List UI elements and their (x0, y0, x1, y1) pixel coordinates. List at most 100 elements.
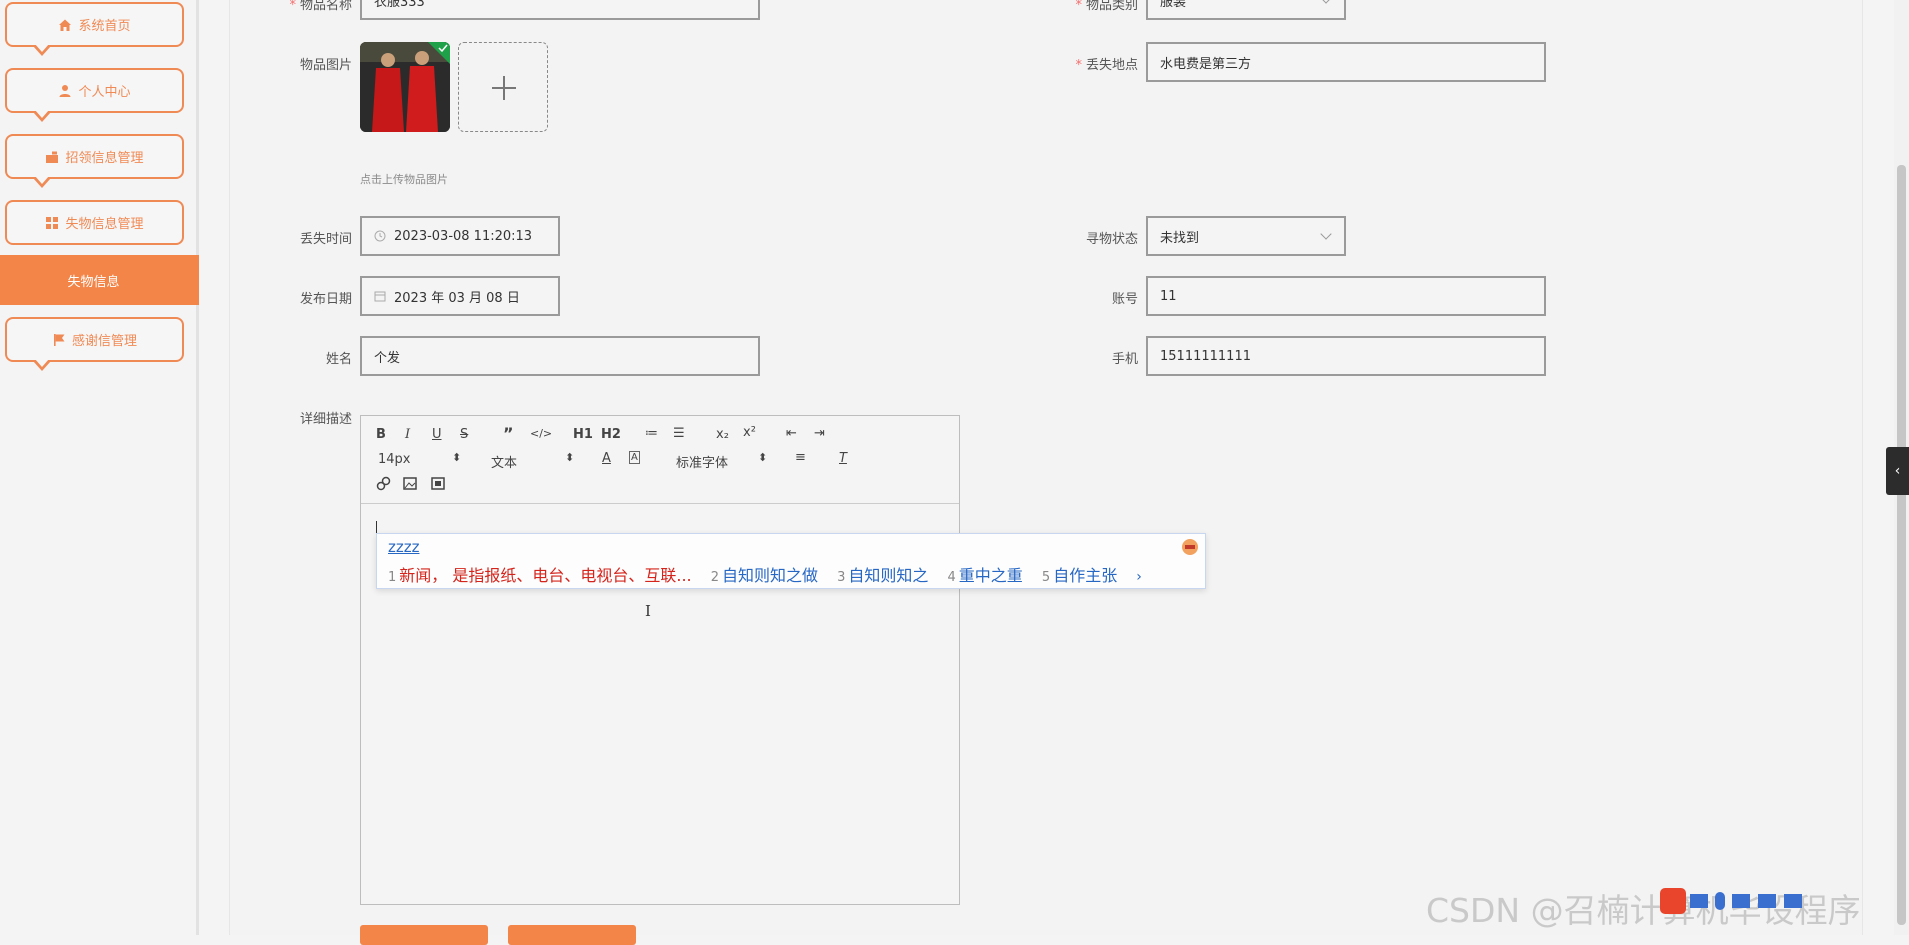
user-icon (59, 84, 71, 97)
quote-icon[interactable]: ” (503, 424, 514, 443)
ime-candidate-list: 1 新闻， 是指报纸、电台、电视台、互联... 2 自知则知之做 3 自知则知之 4重… (388, 562, 1142, 586)
heading2-icon[interactable]: H2 (601, 427, 621, 442)
bold-icon[interactable]: B (376, 427, 386, 442)
lost-place-value: 水电费是第三方 (1160, 56, 1252, 72)
account-value: 11 (1160, 288, 1177, 304)
video-icon[interactable] (431, 477, 445, 490)
sidebar-subitem-lost-info[interactable]: 失物信息 (0, 255, 199, 305)
phone-input[interactable]: 15111111111 (1146, 336, 1546, 376)
ime-candidate[interactable]: 2 自知则知之做 (711, 566, 818, 585)
sogou-ime-toolbar-icon (1660, 888, 1802, 914)
lost-place-label: * 丢失地点 (1075, 58, 1138, 73)
chevron-updown-icon: ⬍ (452, 451, 462, 464)
wallet-icon (46, 151, 59, 163)
item-type-label: * 物品类别 (1075, 0, 1138, 13)
editor-toolbar: B I U S ” </> H1 H2 ≔ ☰ x₂ x² ⇤ ⇥ 14px ⬍… (361, 416, 959, 504)
search-status-label: 寻物状态 (1085, 232, 1138, 247)
subscript-icon[interactable]: x₂ (716, 427, 729, 442)
item-name-value: 衣服333 (374, 0, 425, 10)
phone-label: 手机 (1111, 352, 1138, 367)
chevron-down-icon (1320, 228, 1332, 240)
scroll-thumb[interactable] (1897, 165, 1906, 925)
clear-format-icon[interactable]: T (839, 451, 847, 466)
heading1-icon[interactable]: H1 (573, 427, 593, 442)
item-name-label: * 物品名称 (289, 0, 352, 13)
lost-time-label: 丢失时间 (299, 232, 352, 247)
sidebar-item-personal[interactable]: 个人中心 (5, 68, 184, 122)
sidebar-item-home[interactable]: 系统首页 (5, 2, 184, 56)
upload-button[interactable] (458, 42, 548, 132)
cancel-button[interactable] (508, 925, 636, 945)
font-size-select[interactable]: 14px (378, 452, 411, 467)
ime-candidate[interactable]: 4 重中之重 (948, 566, 1023, 585)
indent-icon[interactable]: ⇥ (814, 426, 825, 441)
account-label: 账号 (1111, 292, 1138, 307)
chevron-left-icon: ‹ (1894, 463, 1901, 479)
ime-composition: zzzz (388, 538, 420, 556)
sidebar-item-label: 失物信息管理 (65, 217, 144, 232)
rich-text-editor[interactable]: B I U S ” </> H1 H2 ≔ ☰ x₂ x² ⇤ ⇥ 14px ⬍… (360, 415, 960, 905)
font-color-icon[interactable]: A (602, 451, 611, 466)
flag-icon (53, 333, 65, 346)
sidebar-item-label: 感谢信管理 (71, 334, 137, 349)
grid-icon (46, 216, 59, 229)
ime-candidate[interactable]: 5 自作主张 (1042, 566, 1117, 585)
sidebar-item-thanks[interactable]: 感谢信管理 (5, 317, 184, 371)
chevron-updown-icon: ⬍ (565, 451, 575, 464)
paragraph-select[interactable]: 文本 (491, 452, 517, 471)
account-input[interactable]: 11 (1146, 276, 1546, 316)
ime-candidate[interactable]: 1 新闻， 是指报纸、电台、电视台、互联... (388, 566, 692, 585)
phone-value: 15111111111 (1160, 348, 1251, 364)
sidebar-item-lost[interactable]: 失物信息管理 (5, 200, 184, 245)
code-icon[interactable]: </> (530, 427, 552, 440)
font-family-select[interactable]: 标准字体 (676, 452, 728, 471)
ordered-list-icon[interactable]: ≔ (645, 426, 658, 441)
strikethrough-icon[interactable]: S (460, 427, 468, 442)
ime-candidate[interactable]: 3 自知则知之 (837, 566, 928, 585)
item-type-value: 服装 (1160, 0, 1187, 10)
ime-candidate-window[interactable]: zzzz 1 新闻， 是指报纸、电台、电视台、互联... 2 自知则知之做 3 自知则… (376, 533, 1206, 589)
chevron-right-icon[interactable]: › (1136, 569, 1142, 585)
underline-icon[interactable]: U (432, 427, 442, 442)
upload-hint: 点击上传物品图片 (360, 173, 448, 186)
name-input[interactable]: 个发 (360, 336, 760, 376)
sidebar: 系统首页 个人中心 招领信息管理 失物信息管理 失物信息 感谢信管理 (0, 0, 199, 935)
name-label: 姓名 (325, 352, 352, 367)
superscript-icon[interactable]: x² (743, 425, 756, 440)
link-icon[interactable] (376, 476, 391, 491)
name-value: 个发 (374, 350, 401, 366)
lost-time-picker[interactable]: 2023-03-08 11:20:13 (360, 216, 560, 256)
publish-date-label: 发布日期 (299, 292, 352, 307)
ime-status-bar[interactable] (1660, 886, 1830, 916)
background-color-icon[interactable]: A (629, 451, 640, 464)
lost-place-input[interactable]: 水电费是第三方 (1146, 42, 1546, 82)
plus-icon (492, 76, 516, 100)
image-icon[interactable] (403, 477, 417, 490)
item-image-thumbnail[interactable] (360, 42, 450, 132)
image-preview-icon (360, 42, 450, 132)
search-status-select[interactable]: 未找到 (1146, 216, 1346, 256)
outdent-icon[interactable]: ⇤ (786, 426, 797, 441)
item-type-select[interactable]: 服装 (1146, 0, 1346, 20)
chevron-updown-icon: ⬍ (758, 451, 768, 464)
home-icon (59, 19, 72, 31)
chevron-down-icon (1320, 0, 1332, 4)
side-panel-toggle[interactable]: ‹ (1886, 447, 1909, 495)
sidebar-item-label: 系统首页 (78, 19, 131, 34)
italic-icon[interactable]: I (405, 427, 410, 442)
sidebar-item-label: 个人中心 (78, 85, 131, 100)
sidebar-subitem-label: 失物信息 (67, 274, 120, 290)
text-cursor-icon: I (645, 602, 651, 620)
item-image-label: 物品图片 (299, 58, 352, 73)
publish-date-picker[interactable]: 2023 年 03 月 08 日 (360, 276, 560, 316)
bullet-list-icon[interactable]: ☰ (673, 426, 685, 441)
publish-date-value: 2023 年 03 月 08 日 (394, 290, 520, 306)
align-icon[interactable]: ≡ (795, 450, 806, 465)
sidebar-item-claim[interactable]: 招领信息管理 (5, 134, 184, 188)
sidebar-item-label: 招领信息管理 (65, 151, 144, 166)
submit-button[interactable] (360, 925, 488, 945)
calendar-icon (374, 291, 386, 302)
item-name-input[interactable]: 衣服333 (360, 0, 760, 20)
description-label: 详细描述 (299, 412, 352, 427)
ime-skin-icon[interactable] (1181, 538, 1199, 556)
